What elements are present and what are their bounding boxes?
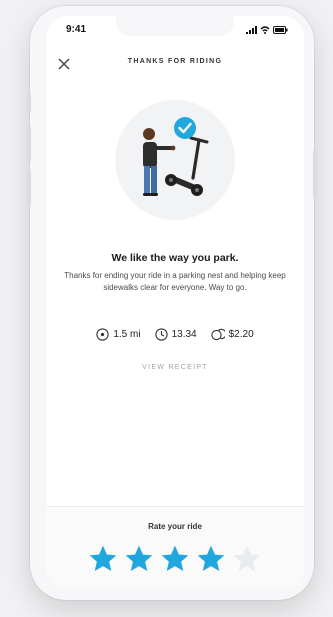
stat-duration: 13.34 (154, 328, 197, 341)
clock-icon (154, 328, 168, 341)
checkmark-icon (174, 117, 196, 139)
signal-icon (246, 26, 257, 34)
message-body: Thanks for ending your ride in a parking… (64, 271, 286, 292)
wifi-icon (260, 26, 270, 34)
status-icons (246, 26, 288, 34)
ride-stats: 1.5 mi 13.34 $2.20 (46, 328, 304, 341)
distance-value: 1.5 mi (113, 329, 141, 340)
app-screen: 9:41 THANKS FOR RIDING We like the way y… (46, 16, 304, 590)
stat-cost: $2.20 (210, 328, 254, 341)
volume-down-button (27, 170, 31, 206)
volume-up-button (27, 126, 31, 162)
star-icon[interactable] (158, 543, 192, 575)
star-icon[interactable] (122, 543, 156, 575)
star-icon[interactable] (194, 543, 228, 575)
location-pin-icon (96, 328, 109, 341)
star-icon[interactable] (230, 543, 264, 575)
page-title: THANKS FOR RIDING (127, 58, 223, 65)
headline: We like the way you park. (111, 252, 239, 264)
parked-scooter-illustration (115, 100, 235, 220)
power-button (313, 150, 317, 198)
stat-distance: 1.5 mi (96, 328, 141, 341)
status-time: 9:41 (66, 24, 87, 35)
cost-value: $2.20 (228, 329, 254, 340)
duration-value: 13.34 (171, 329, 197, 340)
star-rating (46, 543, 304, 575)
side-button (27, 92, 31, 112)
header: THANKS FOR RIDING (46, 52, 304, 76)
battery-icon (273, 26, 288, 34)
coins-icon (210, 328, 225, 341)
view-receipt-link[interactable]: VIEW RECEIPT (46, 364, 304, 371)
star-icon[interactable] (86, 543, 120, 575)
rate-label: Rate your ride (148, 522, 202, 531)
status-bar: 9:41 (46, 24, 304, 38)
